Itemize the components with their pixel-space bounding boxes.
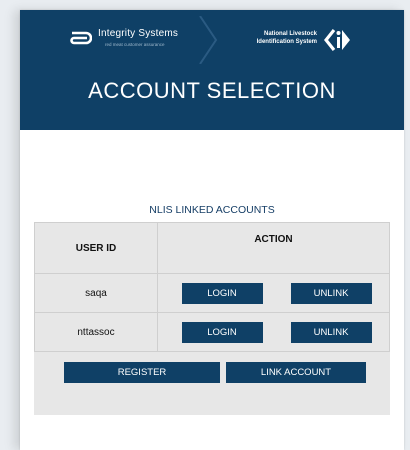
register-button[interactable]: REGISTER xyxy=(64,362,220,383)
nlis-wordmark: National Livestock Identification System xyxy=(232,31,317,46)
action-cell: LOGIN UNLINK xyxy=(157,312,390,352)
integrity-systems-icon xyxy=(70,31,92,45)
nlis-line-1: National Livestock xyxy=(263,31,317,37)
nlis-icon xyxy=(324,29,350,51)
page-header: Integrity Systems red meat customer assu… xyxy=(20,10,404,130)
unlink-button[interactable]: UNLINK xyxy=(290,282,372,304)
link-account-button[interactable]: LINK ACCOUNT xyxy=(226,362,366,383)
page-title: ACCOUNT SELECTION xyxy=(88,78,336,103)
column-header-action: ACTION xyxy=(157,222,390,274)
logo-divider xyxy=(199,16,218,64)
login-button[interactable]: LOGIN xyxy=(181,321,263,343)
account-selection-card: Integrity Systems red meat customer assu… xyxy=(20,10,404,450)
linked-accounts-panel: USER ID ACTION saqa LOGIN UNLINK nttassoc… xyxy=(34,222,390,415)
user-id-cell: saqa xyxy=(34,273,158,313)
nlis-line-2: Identification System xyxy=(256,38,317,45)
action-cell: LOGIN UNLINK xyxy=(157,273,390,313)
unlink-button[interactable]: UNLINK xyxy=(290,321,372,343)
table-header-row: USER ID ACTION xyxy=(34,222,390,274)
brand-tagline: red meat customer assurance xyxy=(105,42,165,47)
linked-accounts-title: NLIS LINKED ACCOUNTS xyxy=(149,204,275,216)
linked-accounts-table: USER ID ACTION saqa LOGIN UNLINK nttassoc… xyxy=(34,222,390,352)
brand-name: Integrity Systems xyxy=(98,28,179,39)
table-row: saqa LOGIN UNLINK xyxy=(34,273,390,313)
table-row: nttassoc LOGIN UNLINK xyxy=(34,312,390,352)
column-header-user-id: USER ID xyxy=(34,222,158,274)
login-button[interactable]: LOGIN xyxy=(181,282,263,304)
nlis-logo: National Livestock Identification System xyxy=(232,28,362,58)
user-id-cell: nttassoc xyxy=(34,312,158,352)
